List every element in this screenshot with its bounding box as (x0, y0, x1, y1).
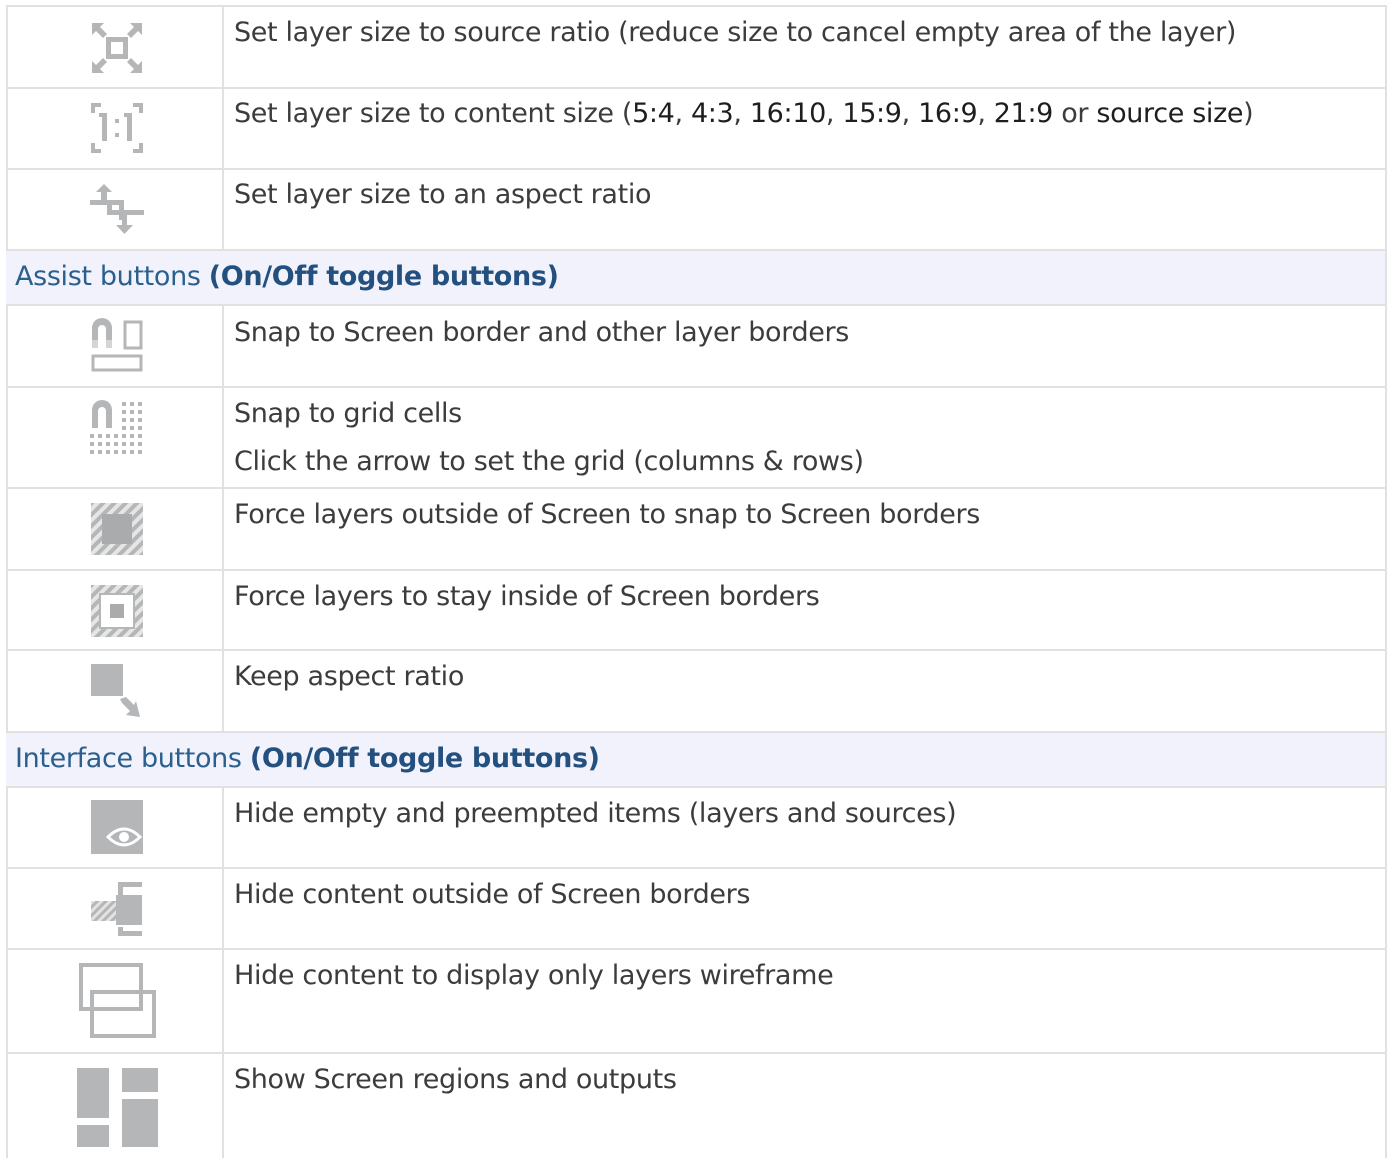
table-row: Set layer size to source ratio (reduce s… (6, 5, 1387, 87)
row-description: Hide content outside of Screen borders (234, 879, 751, 910)
hide-empty-eye-icon (91, 800, 143, 854)
section-header-assist: Assist buttons (On/Off toggle buttons) (6, 249, 1387, 304)
snap-grid-icon (90, 400, 142, 454)
table-row: Snap to Screen border and other layer bo… (6, 304, 1387, 386)
section-header-interface: Interface buttons (On/Off toggle buttons… (6, 731, 1387, 786)
row-description: Snap to Screen border and other layer bo… (234, 317, 849, 348)
row-description: Keep aspect ratio (234, 661, 464, 692)
table-row: Set layer size to content size (5:4, 4:3… (6, 87, 1387, 168)
table-row: Set layer size to an aspect ratio (6, 168, 1387, 249)
icon-cell (6, 7, 224, 87)
section-title-bold: (On/Off toggle buttons) (249, 743, 600, 774)
row-description: Hide empty and preempted items (layers a… (234, 798, 957, 829)
table-row: Hide content outside of Screen borders (6, 867, 1387, 948)
table-row: Hide empty and preempted items (layers a… (6, 786, 1387, 867)
table-row: Snap to grid cells Click the arrow to se… (6, 386, 1387, 487)
row-description: Show Screen regions and outputs (234, 1064, 677, 1095)
row-description: Set layer size to content size (5:4, 4:3… (234, 98, 1254, 129)
table-row: Hide content to display only layers wire… (6, 948, 1387, 1052)
table-row: Force layers outside of Screen to snap t… (6, 487, 1387, 569)
row-description: Hide content to display only layers wire… (234, 960, 834, 991)
content-size-icon (91, 103, 143, 153)
snap-borders-icon (91, 318, 143, 372)
table-row: Force layers to stay inside of Screen bo… (6, 569, 1387, 649)
row-description: Set layer size to an aspect ratio (234, 179, 652, 210)
section-title-bold: (On/Off toggle buttons) (208, 261, 559, 292)
row-description-secondary: Click the arrow to set the grid (columns… (234, 446, 864, 477)
section-title: Assist buttons (15, 261, 209, 292)
keep-aspect-ratio-icon (91, 664, 140, 717)
row-description: Set layer size to source ratio (reduce s… (234, 17, 1237, 48)
aspect-ratio-crop-icon (90, 184, 144, 234)
row-description: Force layers to stay inside of Screen bo… (234, 581, 820, 612)
row-description: Force layers outside of Screen to snap t… (234, 499, 980, 530)
table-row: Show Screen regions and outputs (6, 1052, 1387, 1158)
fit-source-ratio-icon (92, 23, 142, 73)
force-inside-icon (91, 585, 143, 637)
wireframe-icon (79, 963, 156, 1038)
screen-regions-icon (77, 1068, 158, 1147)
hide-outside-icon (91, 882, 142, 936)
section-title: Interface buttons (15, 743, 250, 774)
row-description: Snap to grid cells (234, 398, 462, 429)
force-outside-snap-icon (91, 503, 143, 555)
table-row: Keep aspect ratio (6, 649, 1387, 731)
